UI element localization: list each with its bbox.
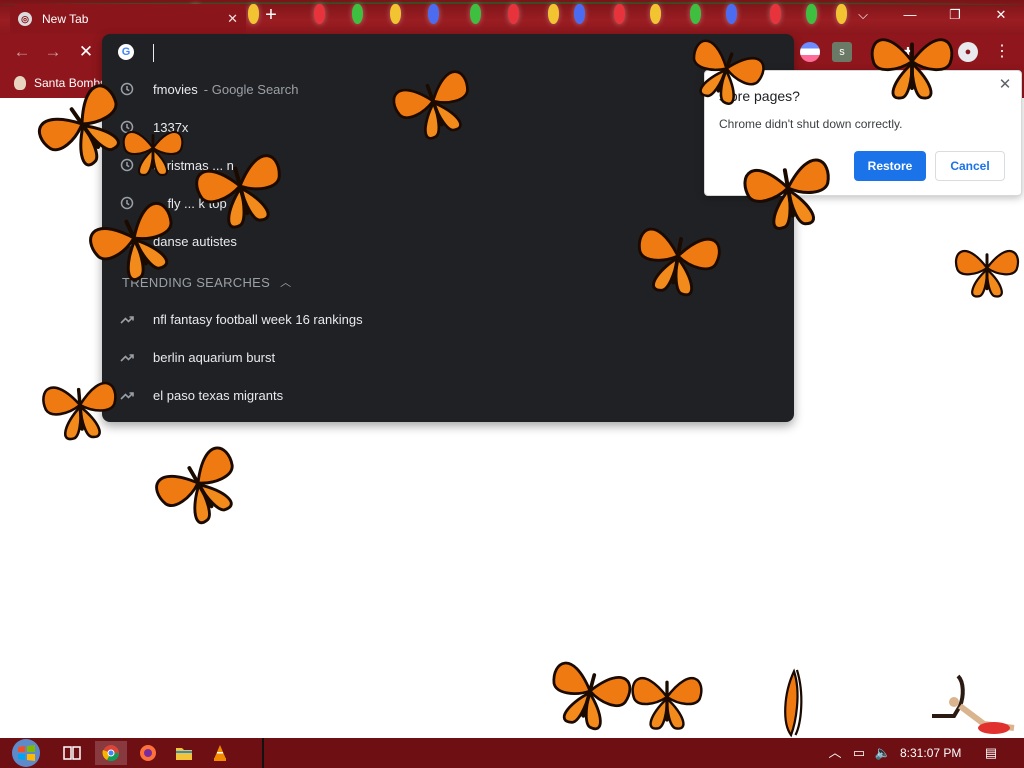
show-hidden-icons-icon[interactable]: ︿	[826, 744, 844, 762]
butterfly-decoration	[195, 154, 281, 229]
trending-item[interactable]: el paso texas migrants	[102, 376, 794, 414]
dialog-message: Chrome didn't shut down correctly.	[719, 117, 903, 131]
bookmark-favicon-icon	[14, 76, 26, 90]
new-tab-button[interactable]: +	[261, 5, 281, 26]
dialog-close-icon[interactable]: ✕	[995, 75, 1015, 93]
taskbar-chrome-icon[interactable]	[95, 741, 127, 765]
taskbar-divider	[262, 738, 264, 768]
tab-title: New Tab	[42, 12, 89, 26]
extension-s-icon[interactable]: s	[832, 42, 852, 62]
trending-icon	[119, 311, 135, 327]
taskbar-firefox-icon[interactable]	[132, 741, 164, 765]
light-bulb-decoration	[806, 4, 817, 24]
butterfly-decoration	[784, 668, 803, 738]
chevron-up-icon[interactable]: ︿	[280, 274, 291, 290]
taskbar-file-explorer-icon[interactable]	[168, 741, 200, 765]
butterfly-decoration	[743, 158, 830, 230]
butterfly-decoration	[89, 201, 173, 281]
suggestion-subtext: - Google Search	[203, 81, 299, 97]
butterfly-decoration	[870, 38, 954, 100]
light-bulb-decoration	[614, 4, 625, 24]
close-window-button[interactable]: ✕	[981, 4, 1021, 26]
tab-close-icon[interactable]: ✕	[227, 11, 238, 27]
trending-item[interactable]: nfl fantasy football week 16 rankings	[102, 300, 794, 338]
trending-text: nfl fantasy football week 16 rankings	[153, 311, 363, 327]
extension-icon[interactable]	[800, 42, 820, 62]
butterfly-decoration	[637, 227, 721, 297]
light-bulb-decoration	[508, 4, 519, 24]
butterfly-decoration	[692, 39, 765, 105]
back-button[interactable]: ←	[12, 42, 32, 62]
butterfly-decoration	[122, 130, 184, 176]
omnibox-input[interactable]	[153, 44, 154, 62]
start-button[interactable]	[8, 738, 44, 768]
light-bulb-decoration	[428, 4, 439, 24]
light-bulb-decoration	[548, 4, 559, 24]
butterfly-decoration	[155, 446, 234, 525]
cancel-button[interactable]: Cancel	[935, 151, 1005, 181]
light-bulb-decoration	[690, 4, 701, 24]
light-bulb-decoration	[574, 4, 585, 24]
windows-taskbar: ︿ ▭ 🔈 8:31:07 PM ▤	[0, 738, 1024, 768]
dancer-figure-decoration	[932, 674, 1015, 734]
light-bulb-decoration	[770, 4, 781, 24]
trending-text: berlin aquarium burst	[153, 349, 276, 365]
taskbar-vlc-icon[interactable]	[204, 741, 236, 765]
google-icon: G	[118, 44, 134, 60]
light-bulb-decoration	[248, 4, 259, 24]
trending-text: el paso texas migrants	[153, 387, 284, 403]
butterfly-decoration	[955, 249, 1019, 298]
light-bulb-decoration	[726, 4, 737, 24]
network-icon[interactable]: ▭	[850, 744, 868, 762]
light-bulb-decoration	[390, 4, 401, 24]
chrome-menu-icon[interactable]: ⋮	[992, 42, 1012, 62]
light-bulb-decoration	[314, 4, 325, 24]
butterfly-decoration	[37, 84, 120, 167]
suggestion-text: fmovies	[153, 81, 198, 97]
chrome-favicon-icon: ◎	[18, 12, 32, 26]
butterfly-decoration	[631, 676, 703, 730]
volume-icon[interactable]: 🔈	[874, 744, 892, 762]
action-center-icon[interactable]: ▤	[982, 744, 1000, 762]
light-bulb-decoration	[352, 4, 363, 24]
butterfly-decoration	[42, 381, 117, 441]
task-view-button[interactable]	[56, 741, 88, 765]
stop-button[interactable]: ✕	[76, 42, 96, 62]
forward-button[interactable]: →	[43, 42, 63, 62]
clock[interactable]: 8:31:07 PM	[900, 746, 961, 760]
tab-new-tab[interactable]: ◎ New Tab ✕	[10, 4, 246, 34]
restore-button[interactable]: Restore	[854, 151, 926, 181]
light-bulb-decoration	[470, 4, 481, 24]
trending-item[interactable]: berlin aquarium burst	[102, 338, 794, 376]
butterfly-decoration	[392, 70, 469, 140]
light-bulb-decoration	[650, 4, 661, 24]
